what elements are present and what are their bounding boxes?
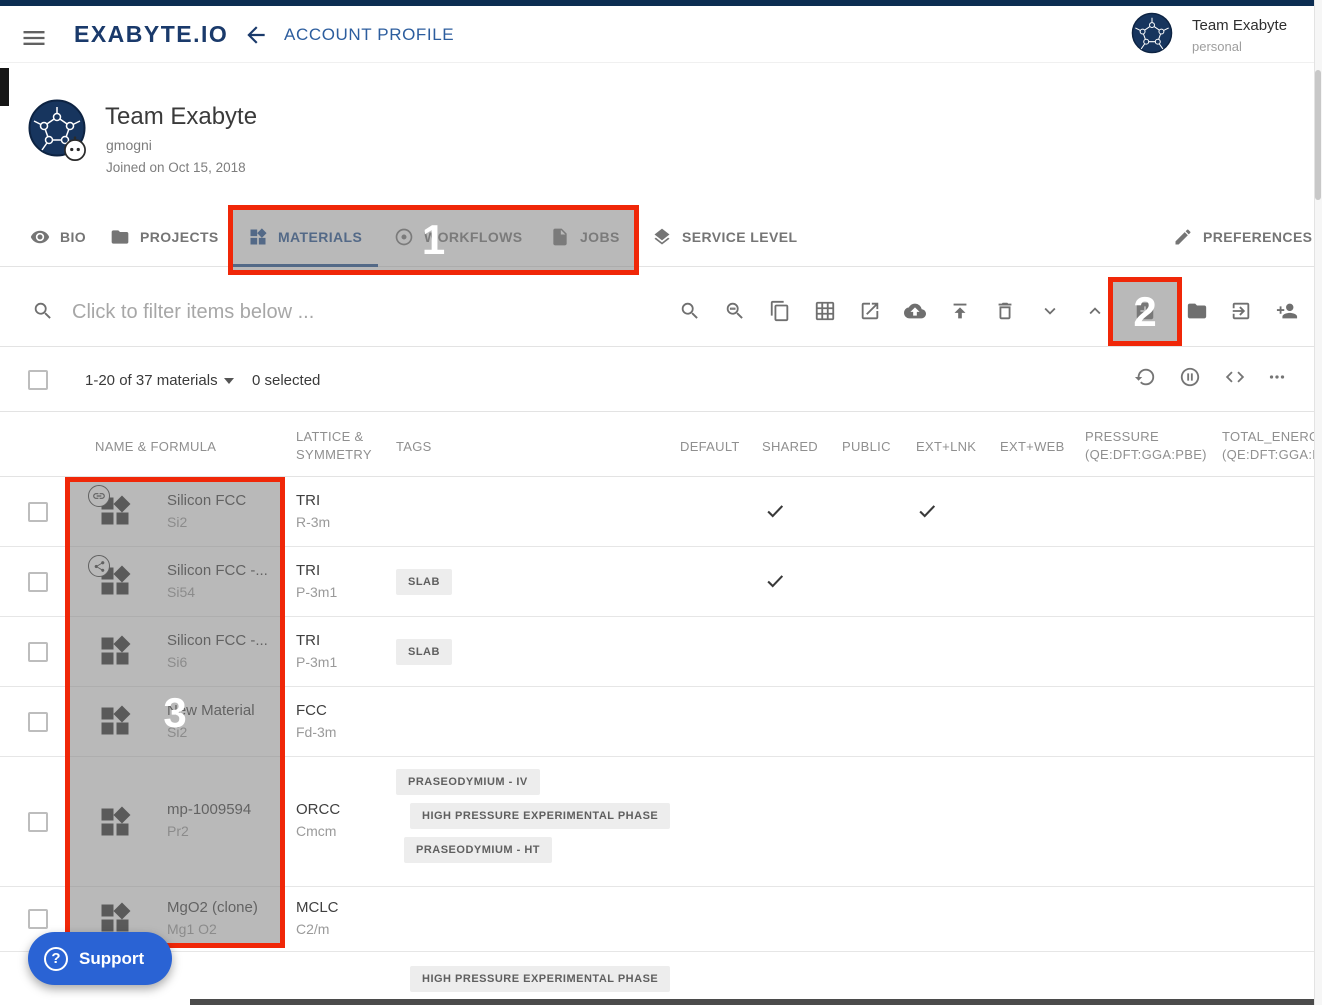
code-icon[interactable] [1224, 366, 1246, 388]
chevron-down-icon[interactable] [1039, 300, 1061, 322]
menu-icon[interactable] [20, 24, 48, 52]
support-button[interactable]: ? Support [28, 932, 172, 985]
upload-icon[interactable] [949, 300, 971, 322]
col-pressure: PRESSURE (QE:DFT:GGA:PBE) [1085, 428, 1213, 464]
tab-service-level-label: SERVICE LEVEL [682, 229, 797, 245]
col-total-energy: TOTAL_ENERGY (QE:DFT:GGA:PBE) [1222, 428, 1322, 464]
col-ext-web: EXT+WEB [1000, 438, 1065, 456]
window-bottom-edge [190, 999, 1322, 1005]
add-collaborators-icon[interactable] [1276, 300, 1298, 322]
row-checkbox[interactable] [28, 712, 48, 732]
profile-name: Team Exabyte [105, 103, 257, 131]
refresh-icon[interactable] [1134, 366, 1156, 388]
search-icon[interactable] [679, 300, 701, 322]
question-icon: ? [44, 947, 68, 971]
lattice-type: TRI [296, 632, 320, 649]
tag-chip: HIGH PRESSURE EXPERIMENTAL PHASE [410, 966, 670, 992]
symmetry-group: R-3m [296, 514, 330, 530]
lattice-type: TRI [296, 492, 320, 509]
tag-chip: SLAB [396, 639, 452, 665]
account-name: Team Exabyte [1192, 17, 1287, 34]
app-header: EXABYTE.IO ACCOUNT PROFILE Team Exabyte … [0, 6, 1322, 63]
import-icon[interactable] [1230, 300, 1252, 322]
move-to-folder-icon[interactable] [1186, 300, 1208, 322]
eye-icon [30, 227, 50, 247]
selected-count: 0 selected [252, 372, 320, 389]
tab-preferences-label: PREFERENCES [1203, 229, 1312, 245]
robot-badge-icon [62, 136, 88, 162]
back-arrow-icon[interactable] [243, 22, 269, 48]
support-label: Support [79, 949, 144, 969]
scrollbar-thumb[interactable] [1315, 70, 1321, 200]
pencil-icon [1173, 227, 1193, 247]
more-icon[interactable] [1266, 366, 1288, 388]
tag-chip: SLAB [396, 569, 452, 595]
folder-icon [110, 227, 130, 247]
delete-icon[interactable] [994, 300, 1016, 322]
col-lattice-symmetry: LATTICE & SYMMETRY [296, 428, 374, 464]
left-edge-notch [0, 68, 9, 106]
annotation-number: 2 [1133, 288, 1156, 336]
symmetry-group: P-3m1 [296, 584, 337, 600]
account-profile-page: EXABYTE.IO ACCOUNT PROFILE Team Exabyte … [0, 0, 1322, 1005]
row-checkbox[interactable] [28, 642, 48, 662]
tab-bio[interactable]: BIO [30, 207, 86, 267]
row-checkbox[interactable] [28, 572, 48, 592]
copy-icon[interactable] [769, 300, 791, 322]
pause-icon[interactable] [1179, 366, 1201, 388]
grid-view-icon[interactable] [814, 300, 836, 322]
tab-preferences[interactable]: PREFERENCES [1173, 207, 1312, 267]
lattice-type: MCLC [296, 899, 339, 916]
account-type: personal [1192, 39, 1242, 54]
pagination-dropdown[interactable]: 1-20 of 37 materials [85, 372, 218, 389]
annotation-box-1: 1 [228, 205, 639, 275]
col-ext-lnk: EXT+LNK [916, 438, 976, 456]
exabyte-logo[interactable]: EXABYTE.IO [74, 21, 228, 48]
row-checkbox[interactable] [28, 502, 48, 522]
symmetry-group: Fd-3m [296, 724, 336, 740]
symmetry-group: P-3m1 [296, 654, 337, 670]
tab-projects[interactable]: PROJECTS [110, 207, 219, 267]
shared-check-icon [764, 500, 786, 522]
page-title: ACCOUNT PROFILE [284, 25, 454, 45]
annotation-number: 1 [422, 216, 445, 264]
tab-projects-label: PROJECTS [140, 229, 219, 245]
annotation-box-3: 3 [65, 477, 285, 948]
profile-joined-date: Joined on Oct 15, 2018 [106, 160, 246, 175]
filter-input[interactable] [72, 296, 612, 328]
row-checkbox[interactable] [28, 909, 48, 929]
account-avatar[interactable] [1131, 12, 1173, 54]
zoom-out-icon[interactable] [724, 300, 746, 322]
lattice-type: TRI [296, 562, 320, 579]
shared-check-icon [764, 570, 786, 592]
col-shared: SHARED [762, 438, 818, 456]
profile-username: gmogni [106, 137, 152, 153]
lattice-type: ORCC [296, 801, 340, 818]
tab-bio-label: BIO [60, 229, 86, 245]
cloud-upload-icon[interactable] [904, 300, 926, 322]
caret-down-icon [224, 378, 234, 384]
tag-chip: PRASEODYMIUM - IV [396, 769, 540, 795]
filter-search-icon [32, 300, 54, 322]
lattice-type: FCC [296, 702, 327, 719]
tag-chip: PRASEODYMIUM - HT [404, 837, 552, 863]
open-in-new-icon[interactable] [859, 300, 881, 322]
col-tags: TAGS [396, 438, 432, 456]
row-checkbox[interactable] [28, 812, 48, 832]
tab-service-level[interactable]: SERVICE LEVEL [652, 207, 797, 267]
col-default: DEFAULT [680, 438, 740, 456]
col-name-formula: NAME & FORMULA [95, 438, 216, 456]
symmetry-group: Cmcm [296, 823, 336, 839]
annotation-number: 3 [163, 689, 186, 737]
chevron-up-icon[interactable] [1084, 300, 1106, 322]
ext-lnk-check-icon [916, 500, 938, 522]
col-public: PUBLIC [842, 438, 891, 456]
layers-icon [652, 227, 672, 247]
tag-chip: HIGH PRESSURE EXPERIMENTAL PHASE [410, 803, 670, 829]
symmetry-group: C2/m [296, 921, 329, 937]
table-row[interactable]: HIGH PRESSURE EXPERIMENTAL PHASE [0, 952, 1322, 1005]
select-all-checkbox[interactable] [28, 370, 48, 390]
annotation-box-2: 2 [1108, 277, 1182, 346]
